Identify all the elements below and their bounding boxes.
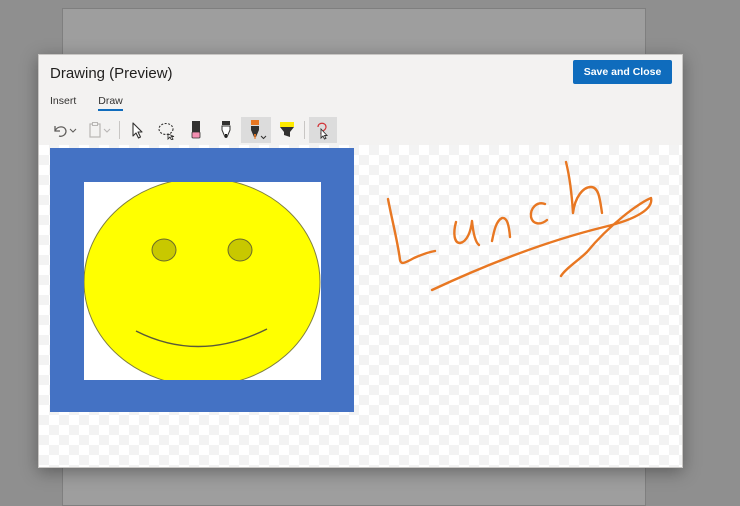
paste-button[interactable] xyxy=(85,117,113,143)
black-pen-icon xyxy=(221,121,231,138)
ink-to-shape-icon xyxy=(317,122,329,140)
drawing-canvas[interactable] xyxy=(39,145,682,467)
tab-insert[interactable]: Insert xyxy=(50,95,76,111)
smiley-left-eye xyxy=(151,238,177,262)
undo-icon xyxy=(54,126,77,137)
paste-icon xyxy=(89,122,111,138)
dialog-title: Drawing (Preview) xyxy=(50,65,173,82)
tab-draw[interactable]: Draw xyxy=(98,95,123,111)
save-and-close-button[interactable]: Save and Close xyxy=(573,60,672,84)
toolbar-separator xyxy=(304,121,305,139)
lasso-select-button[interactable] xyxy=(153,117,181,143)
smiley-right-eye xyxy=(227,238,253,262)
canvas-drawing xyxy=(50,148,653,412)
drawing-dialog: Drawing (Preview) Save and Close Insert … xyxy=(38,54,683,468)
smiley-face xyxy=(84,182,321,380)
ink-to-shape-button[interactable] xyxy=(309,117,337,143)
handwritten-lunch xyxy=(386,160,653,292)
draw-toolbar xyxy=(39,115,682,145)
chevron-down-icon xyxy=(260,135,267,140)
lasso-select-icon xyxy=(158,122,175,140)
toolbar-separator xyxy=(119,121,120,139)
undo-button[interactable] xyxy=(49,117,77,143)
highlighter-icon xyxy=(280,122,294,137)
orange-pen-icon xyxy=(251,120,267,140)
select-icon xyxy=(132,122,143,139)
eraser-icon xyxy=(191,121,201,139)
select-tool-button[interactable] xyxy=(125,117,149,143)
orange-pen-button[interactable] xyxy=(241,117,271,143)
ribbon-tabs: Insert Draw xyxy=(50,95,123,111)
highlighter-button[interactable] xyxy=(275,117,299,143)
black-pen-button[interactable] xyxy=(215,117,237,143)
eraser-tool-button[interactable] xyxy=(185,117,207,143)
chevron-down-icon xyxy=(69,128,77,133)
